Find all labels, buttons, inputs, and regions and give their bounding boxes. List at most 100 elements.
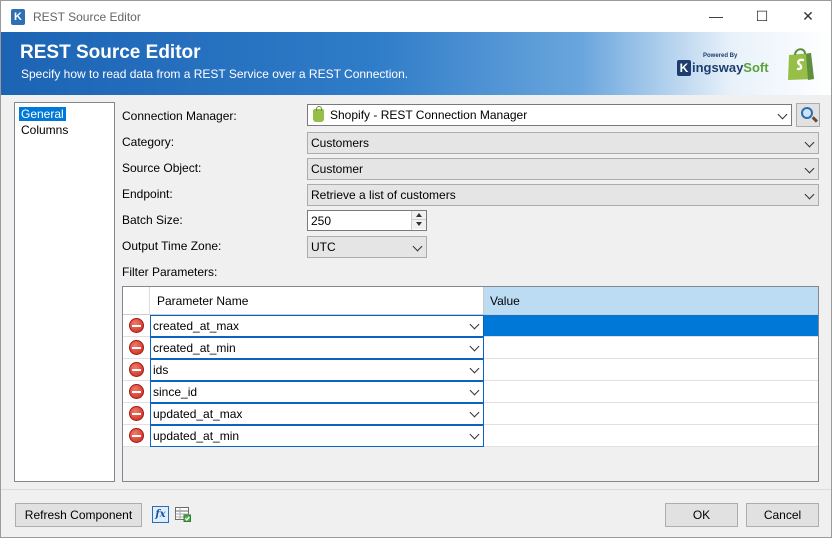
remove-icon: [129, 428, 144, 443]
source-object-value: Customer: [311, 162, 364, 176]
chevron-down-icon: [804, 185, 815, 205]
brand-powered-by: Powered By: [703, 53, 738, 59]
delete-row-button[interactable]: [123, 403, 150, 425]
title-bar: K REST Source Editor — ☐ ✕: [1, 1, 831, 32]
column-header-value[interactable]: Value: [484, 287, 818, 315]
ok-button[interactable]: OK: [665, 503, 738, 527]
banner-title: REST Source Editor: [20, 42, 201, 63]
parameter-value-cell[interactable]: [484, 403, 818, 425]
table-row: updated_at_min: [123, 425, 818, 447]
maximize-button[interactable]: ☐: [739, 1, 785, 32]
parameter-value-cell[interactable]: [484, 315, 818, 337]
batch-size-stepper[interactable]: 250: [307, 210, 427, 231]
data-grid-icon[interactable]: [175, 506, 191, 522]
source-object-label: Source Object:: [122, 161, 202, 175]
endpoint-value: Retrieve a list of customers: [311, 188, 456, 202]
remove-icon: [129, 318, 144, 333]
parameter-value-cell[interactable]: [484, 381, 818, 403]
connection-manager-label: Connection Manager:: [122, 109, 237, 123]
shopify-logo-icon: [788, 48, 814, 80]
rest-source-editor-window: K REST Source Editor — ☐ ✕ REST Source E…: [0, 0, 832, 538]
batch-size-label: Batch Size:: [122, 213, 183, 227]
output-time-zone-select[interactable]: UTC: [307, 236, 427, 258]
parameter-value-cell[interactable]: [484, 425, 818, 447]
parameter-name-select[interactable]: updated_at_min: [150, 425, 484, 447]
remove-icon: [129, 384, 144, 399]
nav-item-general[interactable]: General: [19, 107, 66, 121]
filter-parameters-grid: Parameter Name Value created_at_max crea…: [122, 286, 819, 482]
parameter-name: created_at_min: [153, 341, 236, 355]
kingsway-app-icon: K: [11, 9, 25, 25]
source-object-select[interactable]: Customer: [307, 158, 819, 180]
chevron-down-icon: [469, 407, 480, 418]
table-row: created_at_min: [123, 337, 818, 359]
footer-divider: [1, 489, 831, 490]
shopify-icon: [313, 106, 324, 122]
table-row: since_id: [123, 381, 818, 403]
connection-manager-select[interactable]: Shopify - REST Connection Manager: [307, 104, 792, 126]
remove-icon: [129, 362, 144, 377]
grid-corner: [123, 287, 150, 315]
chevron-down-icon: [804, 133, 815, 153]
chevron-down-icon: [777, 105, 788, 125]
arrow-down-icon: [416, 222, 422, 226]
connection-manager-value: Shopify - REST Connection Manager: [330, 108, 528, 122]
category-select[interactable]: Customers: [307, 132, 819, 154]
parameter-name-select[interactable]: ids: [150, 359, 484, 381]
endpoint-label: Endpoint:: [122, 187, 173, 201]
brand-name: ingswaySoft: [692, 60, 769, 75]
category-label: Category:: [122, 135, 175, 149]
output-time-zone-value: UTC: [311, 240, 336, 254]
delete-row-button[interactable]: [123, 425, 150, 447]
cancel-button[interactable]: Cancel: [746, 503, 819, 527]
expression-fx-icon[interactable]: fx: [152, 506, 169, 523]
endpoint-select[interactable]: Retrieve a list of customers: [307, 184, 819, 206]
parameter-name-select[interactable]: created_at_min: [150, 337, 484, 359]
remove-icon: [129, 406, 144, 421]
nav-item-columns[interactable]: Columns: [19, 123, 70, 137]
chevron-down-icon: [469, 363, 480, 374]
arrow-up-icon: [416, 213, 422, 217]
parameter-value-cell[interactable]: [484, 337, 818, 359]
grid-header: Parameter Name Value: [123, 287, 818, 315]
delete-row-button[interactable]: [123, 359, 150, 381]
delete-row-button[interactable]: [123, 315, 150, 337]
browse-connection-button[interactable]: [796, 103, 820, 127]
refresh-component-button[interactable]: Refresh Component: [15, 503, 142, 527]
chevron-down-icon: [804, 159, 815, 179]
page-navigation-list: General Columns: [14, 102, 115, 482]
minimize-button[interactable]: —: [693, 1, 739, 32]
table-row: ids: [123, 359, 818, 381]
brand-name-soft: Soft: [743, 60, 769, 75]
window-title: REST Source Editor: [33, 10, 141, 24]
delete-row-button[interactable]: [123, 381, 150, 403]
output-time-zone-label: Output Time Zone:: [122, 239, 222, 253]
table-row: updated_at_max: [123, 403, 818, 425]
header-banner: REST Source Editor Specify how to read d…: [1, 32, 831, 95]
delete-row-button[interactable]: [123, 337, 150, 359]
parameter-name: since_id: [153, 385, 198, 399]
parameter-name: updated_at_min: [153, 429, 240, 443]
column-header-parameter-name[interactable]: Parameter Name: [150, 287, 484, 315]
brand-name-main: ingsway: [692, 60, 744, 75]
close-button[interactable]: ✕: [785, 1, 831, 32]
brand-k-icon: K: [677, 60, 691, 76]
chevron-down-icon: [469, 341, 480, 352]
decrement-button[interactable]: [412, 220, 426, 229]
parameter-name: updated_at_max: [153, 407, 243, 421]
parameter-name-select[interactable]: since_id: [150, 381, 484, 403]
filter-parameters-label: Filter Parameters:: [122, 265, 218, 279]
increment-button[interactable]: [412, 211, 426, 220]
parameter-name-select[interactable]: created_at_max: [150, 315, 484, 337]
chevron-down-icon: [469, 429, 480, 440]
remove-icon: [129, 340, 144, 355]
parameter-name: created_at_max: [153, 319, 240, 333]
chevron-down-icon: [469, 385, 480, 396]
chevron-down-icon: [412, 237, 423, 257]
chevron-down-icon: [469, 319, 480, 330]
parameter-name: ids: [153, 363, 169, 377]
batch-size-value: 250: [311, 214, 332, 228]
banner-subtitle: Specify how to read data from a REST Ser…: [21, 67, 409, 81]
parameter-name-select[interactable]: updated_at_max: [150, 403, 484, 425]
parameter-value-cell[interactable]: [484, 359, 818, 381]
